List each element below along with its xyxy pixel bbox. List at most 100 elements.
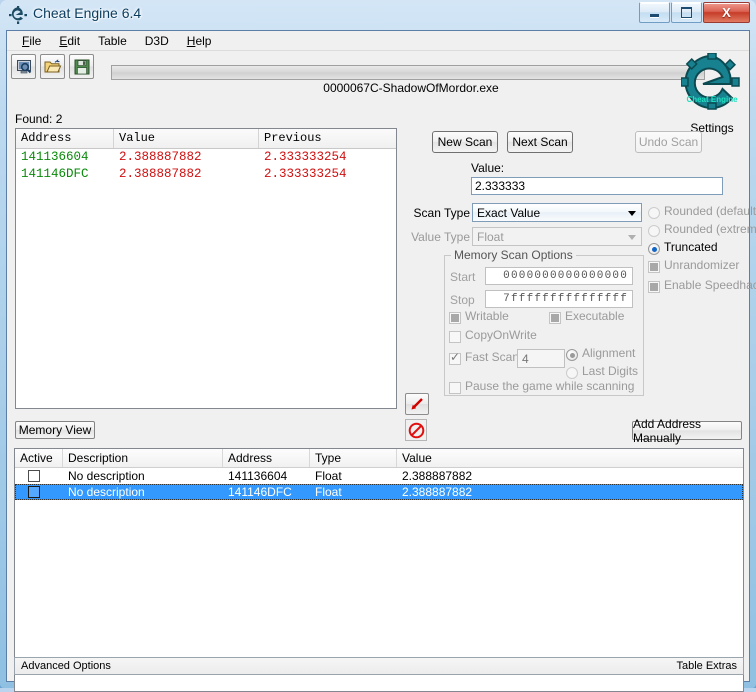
result-address: 141146DFC: [21, 167, 89, 181]
checkbox-unrandomizer: [648, 261, 660, 273]
advanced-options-label[interactable]: Advanced Options: [21, 660, 111, 672]
cheat-engine-settings-logo-icon[interactable]: Cheat Engine: [681, 53, 743, 113]
column-header-type[interactable]: Type: [310, 449, 397, 467]
label-last-digits: Last Digits: [582, 364, 639, 378]
stop-address-input: 7fffffffffffffff: [485, 290, 633, 308]
cheat-engine-logo-icon: [9, 6, 27, 24]
value-label: Value:: [471, 161, 505, 175]
result-previous: 2.333333254: [264, 167, 347, 181]
label-copyonwrite: CopyOnWrite: [465, 328, 537, 342]
label-rounded-extreme: Rounded (extreme): [664, 222, 756, 236]
maximize-button[interactable]: [671, 2, 702, 23]
menu-d3d[interactable]: D3D: [136, 32, 178, 50]
window-title: Cheat Engine 6.4: [33, 5, 142, 21]
value-type-dropdown: Float: [472, 227, 642, 246]
column-header-description[interactable]: Description: [63, 449, 223, 467]
row-description: No description: [68, 469, 145, 483]
radio-truncated[interactable]: [648, 243, 660, 255]
minimize-icon: [650, 14, 659, 17]
folder-open-icon: [44, 58, 61, 72]
cheat-engine-window: Cheat Engine 6.4 X File Edit Table D3D H…: [0, 0, 756, 692]
start-address-label: Start: [450, 270, 476, 284]
menu-file[interactable]: File: [13, 32, 50, 50]
open-process-button[interactable]: [11, 54, 36, 79]
scan-type-dropdown[interactable]: Exact Value: [472, 203, 642, 222]
active-checkbox[interactable]: [28, 470, 40, 482]
result-value: 2.388887882: [119, 150, 202, 164]
client-area: File Edit Table D3D Help 0000067C-Shadow…: [6, 30, 756, 692]
column-header-address[interactable]: Address: [223, 449, 310, 467]
radio-rounded-default: [648, 207, 660, 219]
menu-bar: File Edit Table D3D Help: [7, 31, 749, 51]
red-no-entry-icon: [408, 422, 424, 438]
scan-results-header: Address Value Previous: [16, 129, 396, 149]
chevron-down-icon: [624, 206, 639, 220]
scan-progress-bar: [111, 65, 705, 80]
scan-result-row[interactable]: 141146DFC 2.388887882 2.333333254: [16, 166, 396, 183]
checkbox-copyonwrite: [449, 331, 461, 343]
row-type: Float: [315, 469, 342, 483]
table-extras-label[interactable]: Table Extras: [676, 660, 737, 672]
computer-magnifier-icon: [16, 59, 31, 73]
menu-table[interactable]: Table: [89, 32, 136, 50]
process-title: 0000067C-ShadowOfMordor.exe: [323, 81, 499, 95]
row-address: 141136604: [228, 469, 288, 483]
label-fast-scan: Fast Scan: [465, 350, 520, 364]
scan-results-list[interactable]: Address Value Previous 141136604 2.38888…: [15, 128, 397, 409]
new-scan-button[interactable]: New Scan: [432, 131, 498, 153]
add-address-manually-button[interactable]: Add Address Manually: [632, 417, 742, 445]
radio-rounded-extreme: [648, 225, 660, 237]
table-row[interactable]: No description 141136604 Float 2.3888878…: [15, 468, 743, 484]
undo-scan-button: Undo Scan: [635, 131, 702, 153]
row-active-cell[interactable]: [15, 486, 63, 498]
table-row[interactable]: No description 141146DFC Float 2.3888878…: [15, 484, 743, 500]
open-file-button[interactable]: [40, 54, 65, 79]
close-icon: X: [722, 5, 731, 20]
window-controls: X: [639, 2, 750, 23]
result-value: 2.388887882: [119, 167, 202, 181]
label-executable: Executable: [565, 309, 625, 323]
scan-value-input[interactable]: 2.333333: [471, 177, 723, 195]
no-entry-button[interactable]: [405, 419, 427, 441]
label-unrandomizer: Unrandomizer: [664, 258, 740, 272]
label-pause-game: Pause the game while scanning: [465, 379, 635, 393]
column-header-previous[interactable]: Previous: [259, 129, 396, 148]
floppy-disk-icon: [74, 59, 89, 74]
column-header-value[interactable]: Value: [114, 129, 259, 148]
menu-edit[interactable]: Edit: [50, 32, 89, 50]
status-bar: Advanced Options Table Extras: [14, 657, 744, 675]
memory-view-button[interactable]: Memory View: [15, 421, 95, 439]
column-header-value[interactable]: Value: [397, 449, 743, 467]
close-button[interactable]: X: [703, 2, 750, 23]
row-description: No description: [68, 485, 145, 499]
minimize-button[interactable]: [639, 2, 670, 23]
radio-alignment: [566, 349, 578, 361]
label-alignment: Alignment: [582, 346, 636, 360]
column-header-address[interactable]: Address: [16, 129, 114, 148]
checkbox-writable: [449, 312, 461, 324]
label-rounded-default: Rounded (default): [664, 204, 756, 218]
start-address-input: 0000000000000000: [485, 267, 633, 285]
active-checkbox[interactable]: [28, 486, 40, 498]
cheat-table[interactable]: Active Description Address Type Value No…: [14, 448, 744, 692]
cheat-table-header: Active Description Address Type Value: [15, 449, 743, 468]
add-to-table-button[interactable]: [405, 393, 429, 415]
scan-result-row[interactable]: 141136604 2.388887882 2.333333254: [16, 149, 396, 166]
row-active-cell[interactable]: [15, 470, 63, 482]
result-address: 141136604: [21, 150, 89, 164]
label-writable: Writable: [465, 309, 509, 323]
menu-help[interactable]: Help: [178, 32, 221, 50]
memory-scan-options-title: Memory Scan Options: [451, 248, 576, 262]
red-arrow-down-left-icon: [411, 398, 423, 410]
label-enable-speedhack: Enable Speedhack: [664, 278, 756, 292]
scan-type-value: Exact Value: [477, 205, 541, 220]
label-truncated: Truncated: [664, 240, 718, 254]
checkbox-executable: [549, 312, 561, 324]
column-header-active[interactable]: Active: [15, 449, 63, 467]
next-scan-button[interactable]: Next Scan: [507, 131, 573, 153]
save-file-button[interactable]: [69, 54, 94, 79]
row-type: Float: [315, 485, 342, 499]
value-type-label: Value Type: [411, 230, 470, 244]
result-previous: 2.333333254: [264, 150, 347, 164]
fast-scan-value-input: 4: [517, 349, 565, 368]
